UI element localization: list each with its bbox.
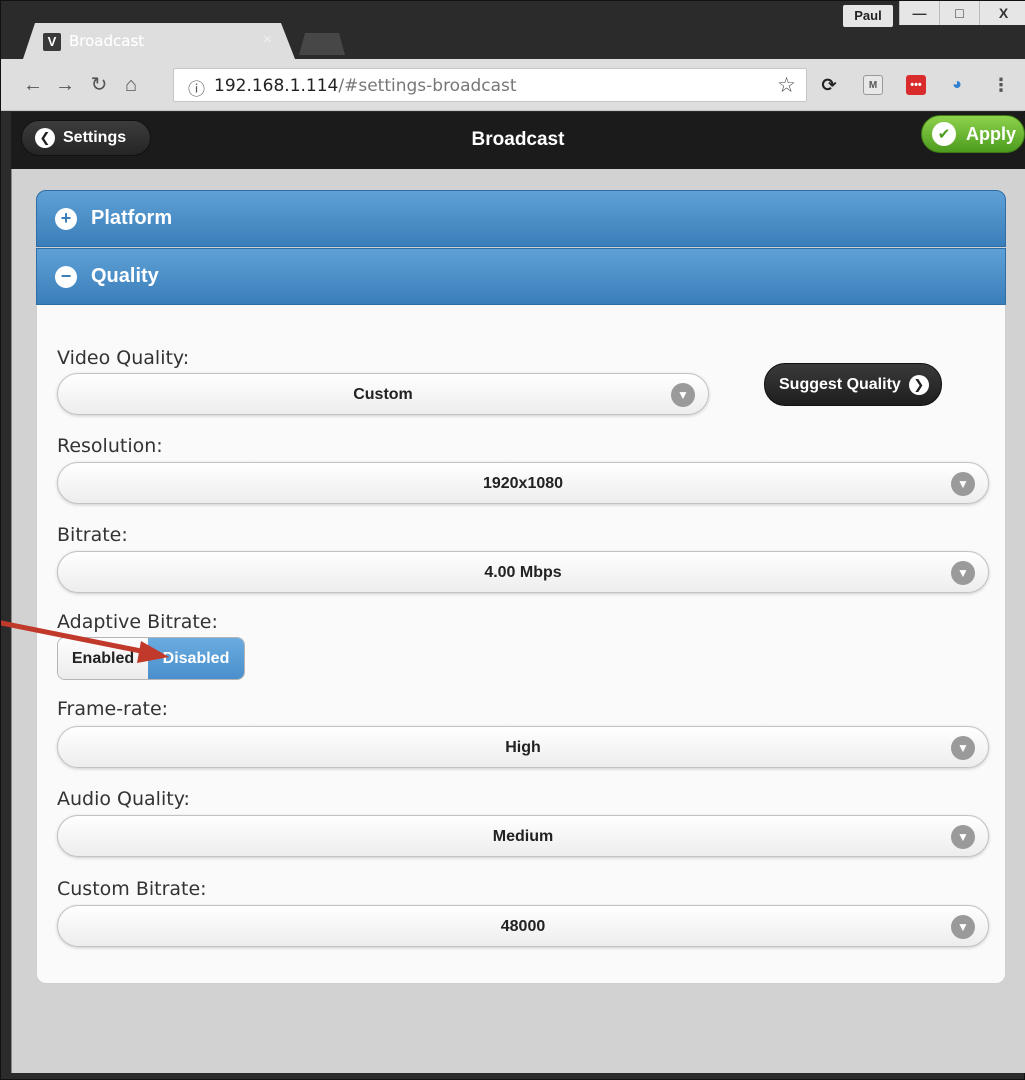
chevron-down-icon: ▼ <box>951 736 975 760</box>
chevron-right-icon: ❯ <box>908 374 929 395</box>
maximize-button[interactable]: □ <box>939 1 979 25</box>
url-path: /#settings-broadcast <box>338 76 517 96</box>
resolution-label: Resolution: <box>57 435 163 457</box>
custom-bitrate-label: Custom Bitrate: <box>57 878 207 900</box>
minimize-button[interactable]: — <box>899 1 939 25</box>
framerate-select[interactable]: High ▼ <box>57 726 989 768</box>
lastpass-extension-icon[interactable]: ••• <box>906 75 926 95</box>
address-bar[interactable]: ⓘ 192.168.1.114/#settings-broadcast ☆ <box>173 68 807 102</box>
check-icon: ✔ <box>932 122 956 146</box>
close-window-button[interactable]: X <box>979 1 1025 25</box>
browser-menu-icon[interactable]: ⋮ <box>991 75 1011 95</box>
browser-toolbar: ← → ↻ ⌂ ⓘ 192.168.1.114/#settings-broadc… <box>1 59 1025 111</box>
quality-section-title: Quality <box>91 265 159 287</box>
forward-arrow-icon[interactable]: → <box>53 73 77 97</box>
browser-tab-broadcast[interactable]: V Broadcast × <box>23 23 295 59</box>
url-text: 192.168.1.114/#settings-broadcast <box>214 76 517 96</box>
url-host: 192.168.1.114 <box>214 76 339 96</box>
profile-button[interactable]: Paul <box>843 5 893 27</box>
app-header: ❮ Settings Broadcast ✔ Apply <box>11 112 1025 169</box>
sync-extension-icon[interactable]: ⟳ <box>819 75 839 95</box>
chevron-down-icon: ▼ <box>951 825 975 849</box>
browser-titlebar: V Broadcast × Paul — □ X <box>1 1 1025 59</box>
minus-icon: − <box>55 265 77 288</box>
chevron-down-icon: ▼ <box>951 472 975 496</box>
adaptive-bitrate-label: Adaptive Bitrate: <box>57 611 218 633</box>
apply-button-label: Apply <box>966 123 1017 144</box>
bitrate-select[interactable]: 4.00 Mbps ▼ <box>57 551 989 593</box>
window-controls: — □ X <box>899 1 1025 25</box>
bitrate-value: 4.00 Mbps <box>484 564 562 581</box>
chevron-down-icon: ▼ <box>951 915 975 939</box>
plus-icon: + <box>55 207 77 230</box>
custom-bitrate-select[interactable]: 48000 ▼ <box>57 905 989 947</box>
home-icon[interactable]: ⌂ <box>119 73 143 97</box>
bookmark-star-icon[interactable]: ☆ <box>777 73 796 98</box>
video-quality-value: Custom <box>353 386 413 403</box>
chevron-down-icon: ▼ <box>951 561 975 585</box>
audio-quality-value: Medium <box>492 828 554 845</box>
settings-content: + Platform − Quality Video Quality: Cust… <box>11 169 1025 1073</box>
adaptive-bitrate-toggle: Enabled Disabled <box>57 637 245 680</box>
framerate-label: Frame-rate: <box>57 698 169 720</box>
suggest-quality-button[interactable]: Suggest Quality ❯ <box>764 363 942 406</box>
custom-bitrate-value: 48000 <box>500 918 546 935</box>
apply-button[interactable]: ✔ Apply <box>921 115 1025 153</box>
back-arrow-icon[interactable]: ← <box>21 73 45 97</box>
bitrate-label: Bitrate: <box>57 524 128 546</box>
quality-section-body: Video Quality: Custom ▼ Suggest Quality … <box>36 305 1006 984</box>
suggest-quality-label: Suggest Quality <box>779 375 901 393</box>
reload-icon[interactable]: ↻ <box>87 73 111 97</box>
browser-window: V Broadcast × Paul — □ X ← → ↻ ⌂ ⓘ 192.1… <box>0 0 1025 1080</box>
quality-section-header[interactable]: − Quality <box>36 248 1006 305</box>
video-quality-label: Video Quality: <box>57 347 190 369</box>
audio-quality-select[interactable]: Medium ▼ <box>57 815 989 857</box>
shield-extension-icon[interactable]: M <box>863 75 883 95</box>
app-logo-icon: V <box>43 33 61 51</box>
adaptive-enabled-option[interactable]: Enabled <box>58 638 148 679</box>
adaptive-disabled-option[interactable]: Disabled <box>148 638 244 679</box>
site-info-icon[interactable]: ⓘ <box>188 75 205 100</box>
video-quality-select[interactable]: Custom ▼ <box>57 373 709 415</box>
resolution-value: 1920x1080 <box>482 475 564 492</box>
resolution-select[interactable]: 1920x1080 ▼ <box>57 462 989 504</box>
info-extension-icon[interactable]: ◕ <box>947 75 967 95</box>
page-title: Broadcast <box>471 129 565 150</box>
tab-close-icon[interactable]: × <box>263 31 272 48</box>
framerate-value: High <box>505 739 541 756</box>
platform-section-header[interactable]: + Platform <box>36 190 1006 247</box>
audio-quality-label: Audio Quality: <box>57 788 190 810</box>
new-tab-button[interactable] <box>299 33 345 55</box>
chevron-down-icon: ▼ <box>671 383 695 407</box>
tab-title: Broadcast <box>69 32 145 50</box>
platform-section-title: Platform <box>91 207 173 229</box>
